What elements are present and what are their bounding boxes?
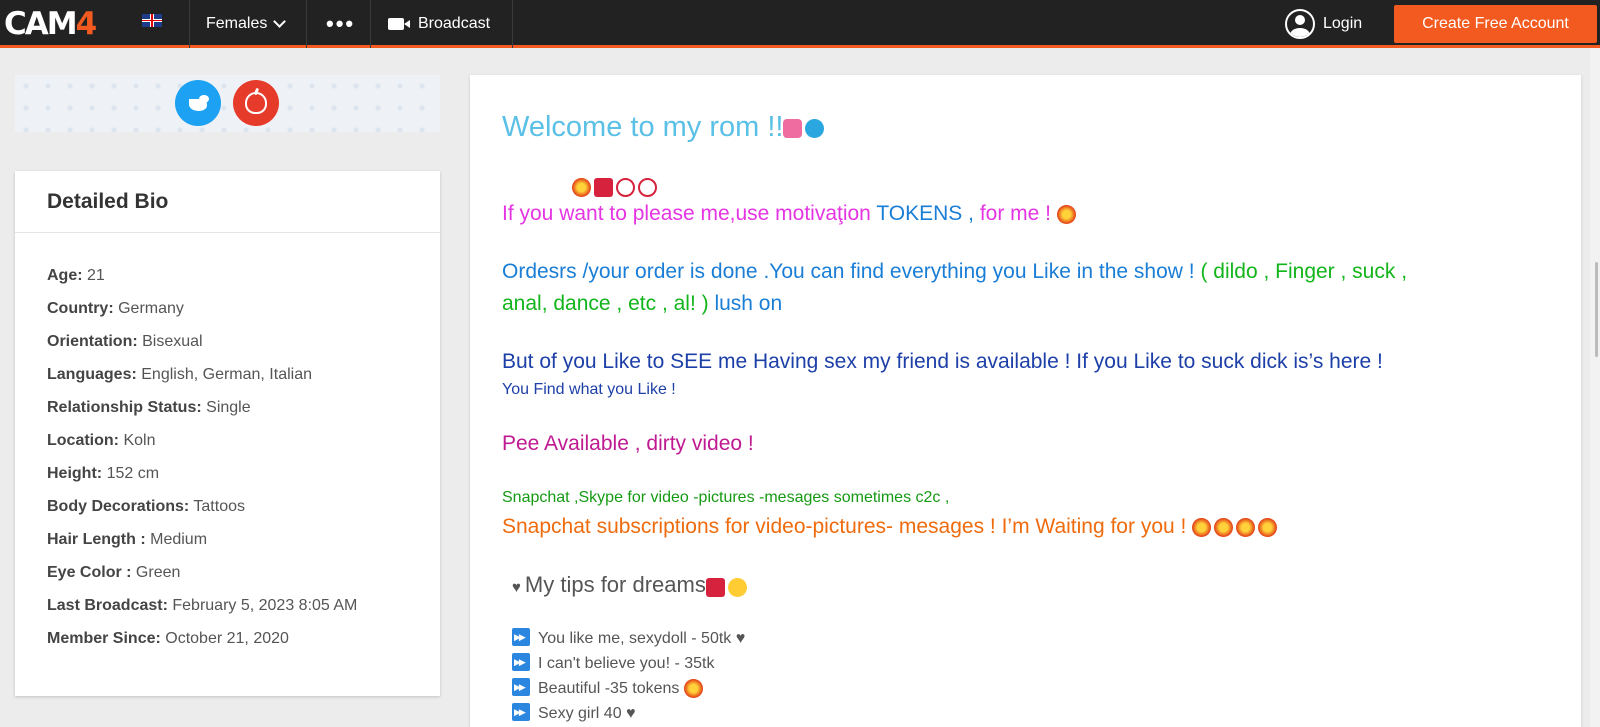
welcome-heading: Welcome to my rom !! xyxy=(502,111,827,144)
no-under-18-icon xyxy=(616,178,635,197)
more-menu-button[interactable]: ••• xyxy=(326,0,355,48)
snapchat-skype-line: Snapchat ,Skype for video -pictures -mes… xyxy=(502,489,950,506)
cam4-logo[interactable]: CAM4 xyxy=(4,6,97,42)
tips-heading: ♥ My tips for dreams xyxy=(512,572,750,598)
bio-row-last-broadcast: Last Broadcast: February 5, 2023 8:05 AM xyxy=(47,597,358,614)
no-under-18-icon xyxy=(638,178,657,197)
apple-social-button[interactable] xyxy=(233,80,279,126)
bio-row-orientation: Orientation: Bisexual xyxy=(47,333,203,350)
user-icon xyxy=(1285,9,1315,39)
emoji-row xyxy=(572,178,660,197)
pee-available-line: Pee Available , dirty video ! xyxy=(502,432,754,455)
orders-line-continued: anal, dance , etc , al! ) lush on xyxy=(502,292,783,315)
tip-item: You like me, sexydoll - 50tk ♥ xyxy=(512,628,745,648)
bio-row-age: Age: 21 xyxy=(47,267,105,284)
friend-available-line: But of you Like to SEE me Having sex my … xyxy=(502,350,1383,373)
page-scrollbar[interactable] xyxy=(1590,48,1600,727)
females-dropdown[interactable]: Females xyxy=(206,0,287,48)
nav-divider xyxy=(306,0,307,48)
about-me-panel: Welcome to my rom !! If you want to plea… xyxy=(470,75,1581,727)
broadcast-button[interactable]: Broadcast xyxy=(388,0,490,48)
login-button[interactable]: Login xyxy=(1285,0,1362,48)
collision-icon xyxy=(683,679,703,699)
bio-row-height: Height: 152 cm xyxy=(47,465,160,482)
nav-divider xyxy=(189,0,190,48)
more-icon: ••• xyxy=(326,11,356,36)
nav-divider xyxy=(512,0,513,48)
find-what-you-like-line: You Find what you Like ! xyxy=(502,381,676,398)
bio-row-eye-color: Eye Color : Green xyxy=(47,564,181,581)
bio-row-hair-length: Hair Length : Medium xyxy=(47,531,208,548)
bio-row-member-since: Member Since: October 21, 2020 xyxy=(47,630,289,647)
collision-icon xyxy=(1056,204,1076,224)
scrollbar-thumb[interactable] xyxy=(1595,262,1598,357)
fast-forward-icon xyxy=(512,653,530,671)
bio-row-body-decorations: Body Decorations: Tattoos xyxy=(47,498,245,515)
bio-list: Age: 21 Country: Germany Orientation: Bi… xyxy=(15,233,440,663)
hundred-points-icon xyxy=(705,578,725,598)
tip-item: Sexy girl 40 ♥ xyxy=(512,703,636,723)
collision-icon xyxy=(572,178,591,197)
video-camera-icon xyxy=(388,18,410,30)
detailed-bio-card: Detailed Bio Age: 21 Country: Germany Or… xyxy=(15,171,440,696)
tip-item: I can't believe you! - 35tk xyxy=(512,653,714,673)
hundred-points-icon xyxy=(594,178,613,197)
decorative-pattern xyxy=(15,75,440,132)
bio-row-location: Location: Koln xyxy=(47,432,156,449)
collision-icon xyxy=(1192,517,1212,537)
fast-forward-icon xyxy=(512,628,530,646)
chevron-down-icon xyxy=(273,15,287,28)
heart-eyes-icon xyxy=(727,578,747,598)
nav-divider xyxy=(370,0,371,48)
apple-icon xyxy=(245,92,267,114)
sweat-drops-icon xyxy=(805,118,825,138)
orders-line: Ordesrs /your order is done .You can fin… xyxy=(502,260,1408,283)
twitter-icon xyxy=(187,95,209,111)
collision-icon xyxy=(1236,517,1256,537)
heart-icon: ♥ xyxy=(512,579,521,596)
ribbon-icon xyxy=(783,118,803,138)
create-free-account-button[interactable]: Create Free Account xyxy=(1394,5,1597,43)
tokens-line: If you want to please me,use motivaţion … xyxy=(502,202,1079,226)
uk-flag-icon[interactable] xyxy=(142,14,162,27)
fast-forward-icon xyxy=(512,678,530,696)
twitter-button[interactable] xyxy=(175,80,221,126)
collision-icon xyxy=(1258,517,1278,537)
bio-title: Detailed Bio xyxy=(15,171,440,233)
fast-forward-icon xyxy=(512,703,530,721)
bio-row-relationship: Relationship Status: Single xyxy=(47,399,251,416)
bio-row-country: Country: Germany xyxy=(47,300,184,317)
social-links-strip xyxy=(15,75,440,132)
top-navigation-bar: CAM4 Females ••• Broadcast Login Create … xyxy=(0,0,1600,48)
tip-item: Beautiful -35 tokens xyxy=(512,678,706,699)
bio-row-languages: Languages: English, German, Italian xyxy=(47,366,312,383)
broadcast-label: Broadcast xyxy=(418,15,491,32)
snapchat-subscriptions-line: Snapchat subscriptions for video-picture… xyxy=(502,515,1280,539)
cta-label: Create Free Account xyxy=(1422,15,1569,32)
collision-icon xyxy=(1214,517,1234,537)
logo-text: CAM4 xyxy=(4,6,97,42)
login-label: Login xyxy=(1323,15,1363,32)
females-label: Females xyxy=(206,15,268,32)
